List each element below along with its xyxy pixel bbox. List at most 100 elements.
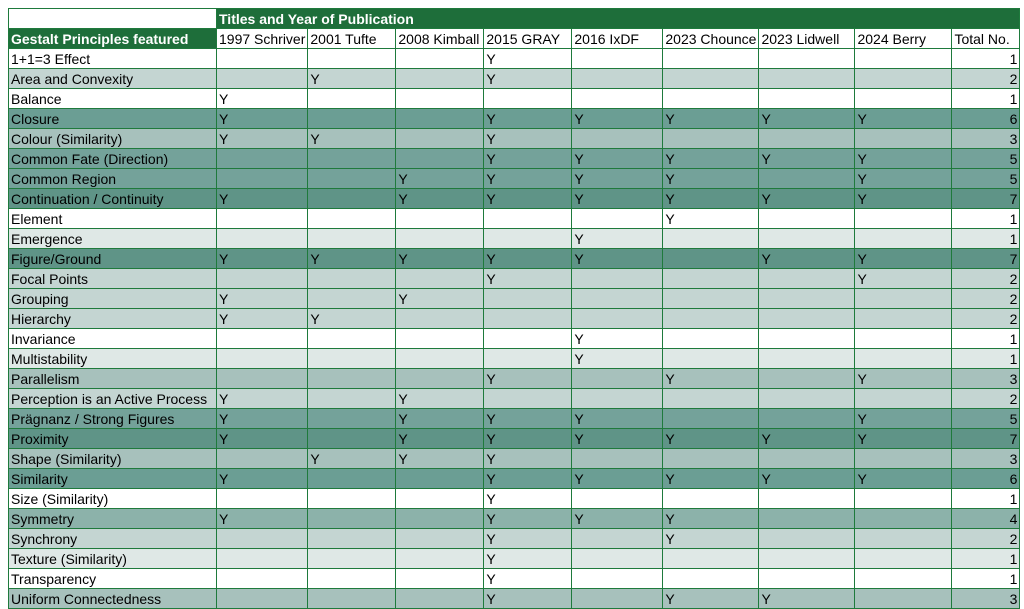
mark-cell[interactable]: Y	[307, 128, 397, 149]
mark-cell[interactable]: Y	[854, 408, 953, 429]
mark-cell[interactable]: Y	[571, 148, 664, 169]
mark-cell[interactable]: Y	[758, 248, 856, 269]
mark-cell[interactable]: Y	[483, 408, 573, 429]
mark-cell[interactable]	[215, 528, 309, 549]
mark-cell[interactable]	[307, 488, 397, 509]
mark-cell[interactable]	[215, 48, 309, 69]
principle-name-cell[interactable]: Emergence	[8, 228, 217, 249]
mark-cell[interactable]	[307, 348, 397, 369]
mark-cell[interactable]: Y	[758, 148, 856, 169]
mark-cell[interactable]	[395, 348, 485, 369]
mark-cell[interactable]	[854, 388, 953, 409]
mark-cell[interactable]	[662, 248, 760, 269]
principle-name-cell[interactable]: Common Region	[8, 168, 217, 189]
mark-cell[interactable]	[571, 368, 664, 389]
mark-cell[interactable]: Y	[571, 408, 664, 429]
mark-cell[interactable]	[571, 268, 664, 289]
mark-cell[interactable]	[758, 288, 856, 309]
mark-cell[interactable]	[307, 168, 397, 189]
principle-name-cell[interactable]: Common Fate (Direction)	[8, 148, 217, 169]
mark-cell[interactable]: Y	[395, 288, 485, 309]
mark-cell[interactable]	[571, 528, 664, 549]
principle-name-cell[interactable]: Similarity	[8, 468, 217, 489]
total-cell[interactable]: 2	[951, 528, 1021, 549]
mark-cell[interactable]: Y	[483, 148, 573, 169]
mark-cell[interactable]: Y	[662, 188, 760, 209]
mark-cell[interactable]: Y	[395, 188, 485, 209]
mark-cell[interactable]: Y	[483, 128, 573, 149]
mark-cell[interactable]: Y	[483, 188, 573, 209]
mark-cell[interactable]: Y	[307, 308, 397, 329]
mark-cell[interactable]	[483, 288, 573, 309]
total-cell[interactable]: 1	[951, 348, 1021, 369]
mark-cell[interactable]: Y	[395, 388, 485, 409]
mark-cell[interactable]	[483, 208, 573, 229]
mark-cell[interactable]	[571, 88, 664, 109]
mark-cell[interactable]: Y	[483, 488, 573, 509]
mark-cell[interactable]	[307, 428, 397, 449]
total-cell[interactable]: 3	[951, 448, 1021, 469]
mark-cell[interactable]	[662, 328, 760, 349]
mark-cell[interactable]: Y	[483, 108, 573, 129]
mark-cell[interactable]	[395, 508, 485, 529]
mark-cell[interactable]: Y	[854, 428, 953, 449]
mark-cell[interactable]	[215, 68, 309, 89]
mark-cell[interactable]	[395, 128, 485, 149]
mark-cell[interactable]	[307, 268, 397, 289]
mark-cell[interactable]	[854, 528, 953, 549]
principle-name-cell[interactable]: Hierarchy	[8, 308, 217, 329]
mark-cell[interactable]	[758, 128, 856, 149]
mark-cell[interactable]	[395, 88, 485, 109]
mark-cell[interactable]: Y	[571, 348, 664, 369]
mark-cell[interactable]	[395, 528, 485, 549]
mark-cell[interactable]: Y	[483, 168, 573, 189]
mark-cell[interactable]	[758, 528, 856, 549]
mark-cell[interactable]: Y	[662, 108, 760, 129]
principle-name-cell[interactable]: Perception is an Active Process	[8, 388, 217, 409]
mark-cell[interactable]: Y	[571, 508, 664, 529]
mark-cell[interactable]: Y	[758, 108, 856, 129]
mark-cell[interactable]: Y	[571, 188, 664, 209]
mark-cell[interactable]	[662, 568, 760, 589]
mark-cell[interactable]: Y	[395, 248, 485, 269]
mark-cell[interactable]	[854, 328, 953, 349]
mark-cell[interactable]: Y	[215, 88, 309, 109]
column-header[interactable]: 2023 Lidwell	[758, 28, 856, 49]
principle-name-cell[interactable]: Synchrony	[8, 528, 217, 549]
mark-cell[interactable]: Y	[483, 268, 573, 289]
principle-name-cell[interactable]: Symmetry	[8, 508, 217, 529]
mark-cell[interactable]	[395, 148, 485, 169]
mark-cell[interactable]	[307, 188, 397, 209]
mark-cell[interactable]	[395, 548, 485, 569]
total-cell[interactable]: 1	[951, 208, 1021, 229]
mark-cell[interactable]: Y	[854, 148, 953, 169]
mark-cell[interactable]	[483, 308, 573, 329]
mark-cell[interactable]	[395, 208, 485, 229]
total-cell[interactable]: 5	[951, 408, 1021, 429]
principle-name-cell[interactable]: Transparency	[8, 568, 217, 589]
mark-cell[interactable]: Y	[571, 328, 664, 349]
mark-cell[interactable]	[662, 488, 760, 509]
mark-cell[interactable]	[307, 108, 397, 129]
column-header[interactable]: 2001 Tufte	[307, 28, 397, 49]
sheet-title[interactable]: Titles and Year of Publication	[215, 8, 1021, 29]
principle-name-cell[interactable]: Size (Similarity)	[8, 488, 217, 509]
mark-cell[interactable]	[571, 388, 664, 409]
principle-name-cell[interactable]: Proximity	[8, 428, 217, 449]
mark-cell[interactable]	[758, 308, 856, 329]
mark-cell[interactable]	[571, 48, 664, 69]
mark-cell[interactable]	[215, 348, 309, 369]
mark-cell[interactable]	[571, 208, 664, 229]
mark-cell[interactable]: Y	[662, 428, 760, 449]
mark-cell[interactable]	[758, 68, 856, 89]
total-cell[interactable]: 1	[951, 88, 1021, 109]
mark-cell[interactable]	[395, 228, 485, 249]
mark-cell[interactable]	[662, 308, 760, 329]
principle-name-cell[interactable]: Continuation / Continuity	[8, 188, 217, 209]
mark-cell[interactable]	[307, 48, 397, 69]
mark-cell[interactable]	[307, 228, 397, 249]
mark-cell[interactable]	[758, 448, 856, 469]
mark-cell[interactable]	[854, 448, 953, 469]
mark-cell[interactable]	[571, 568, 664, 589]
mark-cell[interactable]	[307, 468, 397, 489]
